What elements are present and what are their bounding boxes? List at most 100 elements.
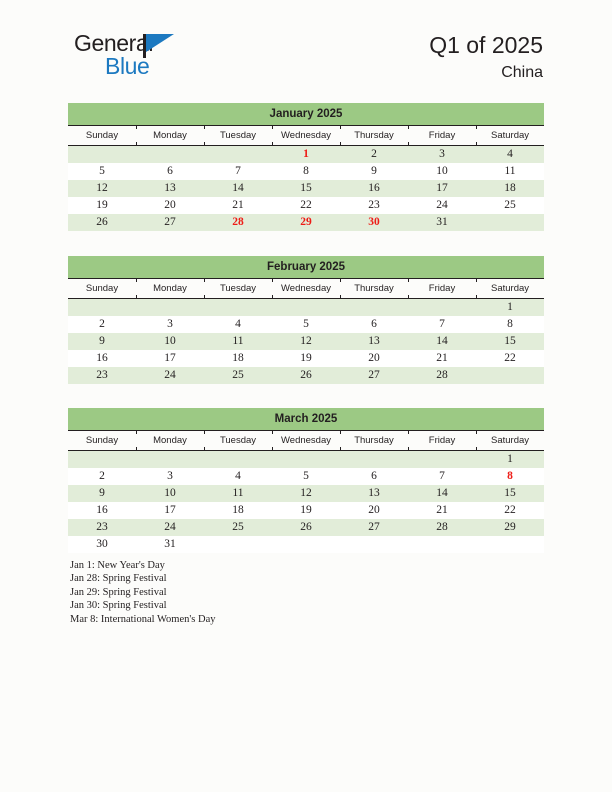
day-cell[interactable]: 23: [68, 519, 136, 536]
day-cell-empty: [204, 146, 272, 163]
day-cell[interactable]: 15: [476, 333, 544, 350]
day-cell[interactable]: 15: [272, 180, 340, 197]
day-cell[interactable]: 26: [272, 367, 340, 384]
day-cell[interactable]: 28: [408, 519, 476, 536]
day-cell[interactable]: 9: [68, 333, 136, 350]
day-cell[interactable]: 28: [408, 367, 476, 384]
day-cell[interactable]: 20: [340, 350, 408, 367]
day-cell[interactable]: 24: [136, 519, 204, 536]
week-row: 12 13 14 15 16 17 18: [68, 180, 544, 197]
day-cell[interactable]: 19: [272, 350, 340, 367]
day-cell[interactable]: 31: [136, 536, 204, 553]
day-cell[interactable]: 6: [340, 468, 408, 485]
weekday-header-monday: Monday: [136, 431, 204, 450]
day-cell[interactable]: 2: [68, 316, 136, 333]
day-cell[interactable]: 21: [204, 197, 272, 214]
day-cell[interactable]: 22: [476, 502, 544, 519]
day-cell[interactable]: 31: [408, 214, 476, 231]
legend-item: Jan 28: Spring Festival: [70, 573, 167, 585]
day-cell[interactable]: 10: [136, 485, 204, 502]
day-cell[interactable]: 4: [204, 468, 272, 485]
legend-item: Jan 30: Spring Festival: [70, 600, 167, 612]
day-cell[interactable]: 23: [68, 367, 136, 384]
day-cell[interactable]: 7: [204, 163, 272, 180]
day-cell[interactable]: 16: [340, 180, 408, 197]
day-cell[interactable]: 23: [340, 197, 408, 214]
day-cell[interactable]: 18: [204, 502, 272, 519]
day-cell[interactable]: 30: [68, 536, 136, 553]
day-cell[interactable]: 24: [408, 197, 476, 214]
day-cell-empty: [408, 536, 476, 553]
weekday-header-row: Sunday Monday Tuesday Wednesday Thursday Frid…: [68, 126, 544, 146]
day-cell[interactable]: 7: [408, 468, 476, 485]
day-cell[interactable]: 17: [136, 502, 204, 519]
day-cell[interactable]: 20: [340, 502, 408, 519]
day-cell[interactable]: 3: [136, 468, 204, 485]
day-cell[interactable]: 18: [476, 180, 544, 197]
day-cell-holiday[interactable]: 30: [340, 214, 408, 231]
day-cell[interactable]: 2: [68, 468, 136, 485]
day-cell[interactable]: 10: [136, 333, 204, 350]
day-cell[interactable]: 5: [272, 316, 340, 333]
day-cell[interactable]: 10: [408, 163, 476, 180]
day-cell[interactable]: 27: [340, 519, 408, 536]
day-cell[interactable]: 14: [408, 333, 476, 350]
day-cell[interactable]: 13: [136, 180, 204, 197]
day-cell[interactable]: 21: [408, 502, 476, 519]
day-cell[interactable]: 26: [68, 214, 136, 231]
day-cell[interactable]: 8: [272, 163, 340, 180]
day-cell[interactable]: 27: [136, 214, 204, 231]
day-cell-holiday[interactable]: 28: [204, 214, 272, 231]
day-cell-holiday[interactable]: 29: [272, 214, 340, 231]
day-cell[interactable]: 2: [340, 146, 408, 163]
day-cell[interactable]: 6: [340, 316, 408, 333]
day-cell-holiday[interactable]: 1: [272, 146, 340, 163]
weekday-header-row: Sunday Monday Tuesday Wednesday Thursday Frid…: [68, 431, 544, 451]
day-cell[interactable]: 7: [408, 316, 476, 333]
day-cell[interactable]: 4: [204, 316, 272, 333]
day-cell[interactable]: 13: [340, 333, 408, 350]
day-cell[interactable]: 9: [340, 163, 408, 180]
day-cell[interactable]: 4: [476, 146, 544, 163]
day-cell[interactable]: 19: [68, 197, 136, 214]
day-cell[interactable]: 21: [408, 350, 476, 367]
day-cell[interactable]: 3: [408, 146, 476, 163]
day-cell[interactable]: 5: [68, 163, 136, 180]
day-cell[interactable]: 18: [204, 350, 272, 367]
day-cell[interactable]: 12: [272, 485, 340, 502]
day-cell[interactable]: 29: [476, 519, 544, 536]
day-cell[interactable]: 11: [476, 163, 544, 180]
day-cell[interactable]: 25: [204, 367, 272, 384]
day-cell[interactable]: 24: [136, 367, 204, 384]
day-cell[interactable]: 16: [68, 502, 136, 519]
day-cell[interactable]: 14: [204, 180, 272, 197]
day-cell[interactable]: 26: [272, 519, 340, 536]
day-cell[interactable]: 19: [272, 502, 340, 519]
day-cell[interactable]: 20: [136, 197, 204, 214]
day-cell[interactable]: 15: [476, 485, 544, 502]
day-cell[interactable]: 8: [476, 316, 544, 333]
day-cell[interactable]: 17: [136, 350, 204, 367]
day-cell-holiday[interactable]: 8: [476, 468, 544, 485]
day-cell[interactable]: 25: [204, 519, 272, 536]
day-cell[interactable]: 25: [476, 197, 544, 214]
day-cell[interactable]: 27: [340, 367, 408, 384]
day-cell[interactable]: 22: [476, 350, 544, 367]
day-cell[interactable]: 9: [68, 485, 136, 502]
day-cell[interactable]: 12: [272, 333, 340, 350]
day-cell[interactable]: 16: [68, 350, 136, 367]
day-cell[interactable]: 22: [272, 197, 340, 214]
week-row: 9 10 11 12 13 14 15: [68, 333, 544, 350]
day-cell[interactable]: 12: [68, 180, 136, 197]
day-cell[interactable]: 3: [136, 316, 204, 333]
day-cell[interactable]: 17: [408, 180, 476, 197]
day-cell[interactable]: 6: [136, 163, 204, 180]
day-cell-empty: [408, 451, 476, 468]
day-cell[interactable]: 1: [476, 451, 544, 468]
day-cell[interactable]: 11: [204, 485, 272, 502]
day-cell[interactable]: 14: [408, 485, 476, 502]
day-cell[interactable]: 11: [204, 333, 272, 350]
day-cell[interactable]: 13: [340, 485, 408, 502]
day-cell[interactable]: 5: [272, 468, 340, 485]
day-cell[interactable]: 1: [476, 299, 544, 316]
